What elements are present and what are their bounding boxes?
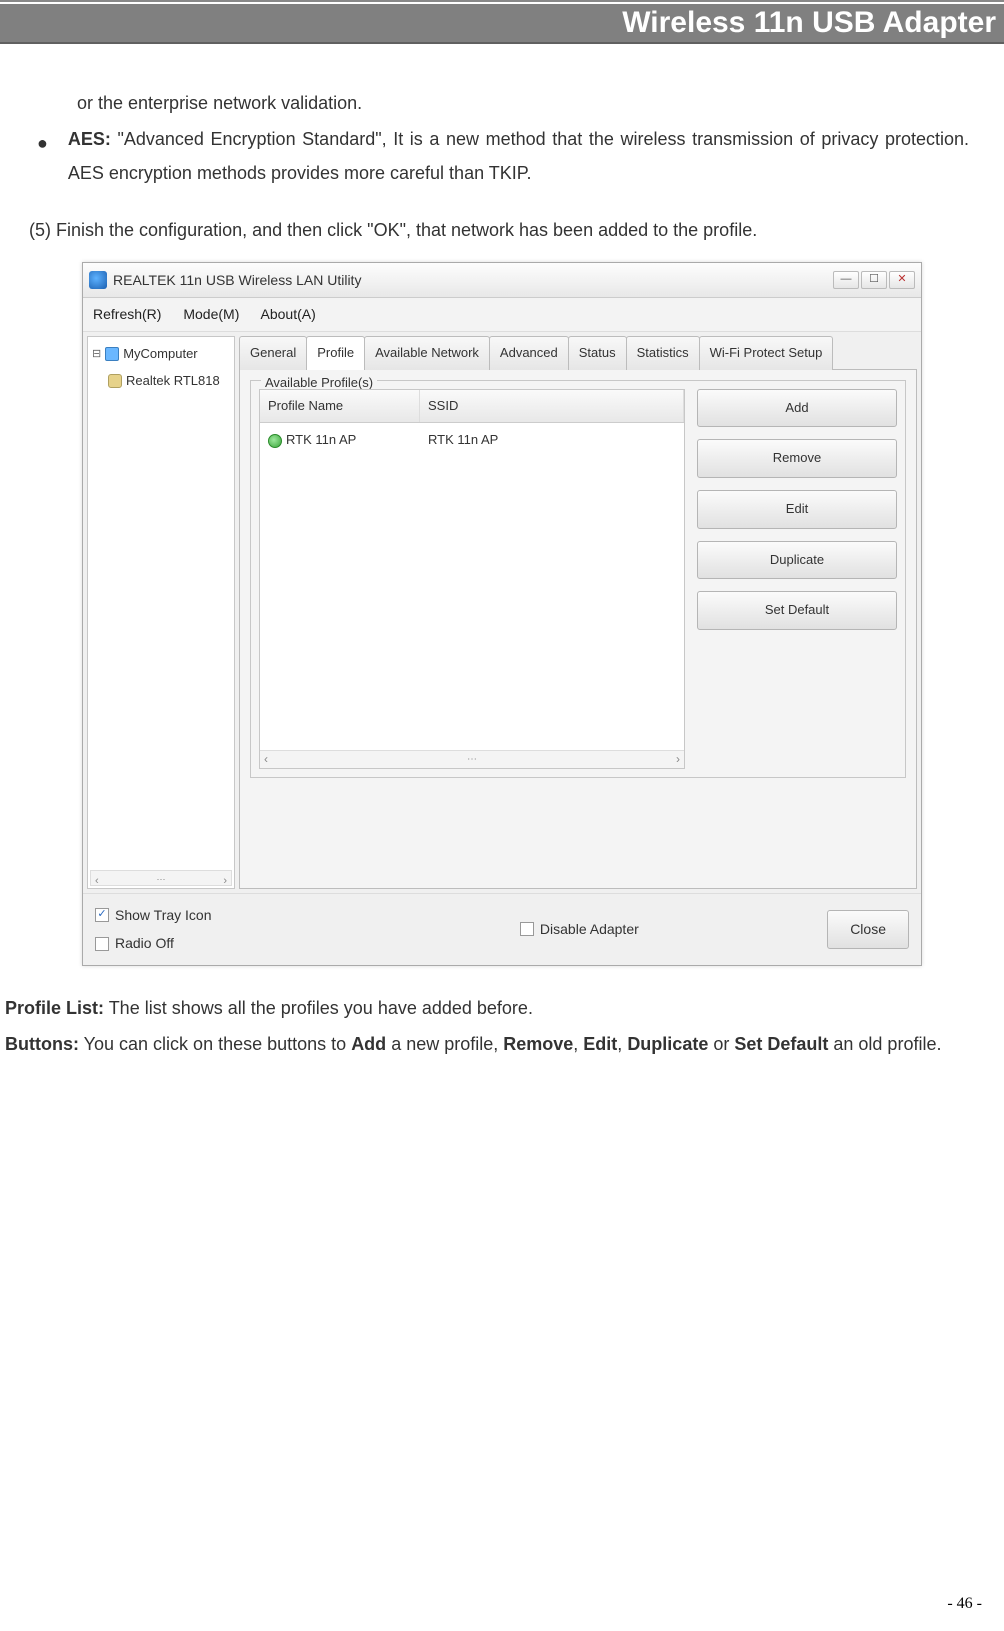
tab-advanced[interactable]: Advanced bbox=[489, 336, 569, 370]
tree-expand-icon[interactable]: ⊟ bbox=[92, 344, 101, 365]
radio-off-checkbox[interactable] bbox=[95, 937, 109, 951]
close-window-button[interactable]: ✕ bbox=[889, 271, 915, 289]
app-icon bbox=[89, 271, 107, 289]
bottom-bar: ✓ Show Tray Icon Radio Off Disable Adapt… bbox=[83, 893, 921, 965]
tab-wps[interactable]: Wi-Fi Protect Setup bbox=[699, 336, 834, 370]
aes-text: "Advanced Encryption Standard", It is a … bbox=[68, 129, 969, 183]
tab-general[interactable]: General bbox=[239, 336, 307, 370]
tabs-row: General Profile Available Network Advanc… bbox=[239, 336, 917, 370]
profile-list-description: Profile List: The list shows all the pro… bbox=[5, 991, 969, 1025]
disable-adapter-label: Disable Adapter bbox=[540, 916, 639, 943]
menubar: Refresh(R) Mode(M) About(A) bbox=[83, 298, 921, 332]
tree-root[interactable]: ⊟ MyComputer bbox=[92, 341, 230, 368]
radio-off-label: Radio Off bbox=[115, 930, 174, 957]
profile-name-value: RTK 11n AP bbox=[286, 428, 356, 453]
window-title: REALTEK 11n USB Wireless LAN Utility bbox=[113, 267, 361, 294]
minimize-button[interactable]: — bbox=[833, 271, 859, 289]
menu-refresh[interactable]: Refresh(R) bbox=[93, 306, 161, 322]
app-window: REALTEK 11n USB Wireless LAN Utility — ☐… bbox=[82, 262, 922, 966]
edit-button[interactable]: Edit bbox=[697, 490, 897, 529]
body-text-continuation: or the enterprise network validation. bbox=[35, 86, 969, 120]
buttons-add-bold: Add bbox=[351, 1034, 386, 1054]
tree-child-label: Realtek RTL818 bbox=[126, 369, 220, 394]
remove-button[interactable]: Remove bbox=[697, 439, 897, 478]
buttons-edit-bold: Edit bbox=[583, 1034, 617, 1054]
maximize-button[interactable]: ☐ bbox=[861, 271, 887, 289]
computer-icon bbox=[105, 347, 119, 361]
scroll-right-icon[interactable]: › bbox=[223, 871, 227, 885]
bullet-icon: ● bbox=[37, 126, 48, 160]
menu-mode[interactable]: Mode(M) bbox=[183, 306, 239, 322]
menu-about[interactable]: About(A) bbox=[261, 306, 316, 322]
profile-ssid-value: RTK 11n AP bbox=[420, 426, 684, 455]
scroll-left-icon[interactable]: ‹ bbox=[95, 871, 99, 885]
aes-label: AES: bbox=[68, 129, 111, 149]
page-number: - 46 - bbox=[947, 1595, 982, 1613]
buttons-description: Buttons: You can click on these buttons … bbox=[5, 1027, 969, 1061]
profile-list-text: The list shows all the profiles you have… bbox=[104, 998, 533, 1018]
page-header: Wireless 11n USB Adapter bbox=[0, 4, 1004, 44]
profile-list[interactable]: Profile Name SSID RTK 11n AP RTK 11n AP bbox=[259, 389, 685, 769]
buttons-duplicate-bold: Duplicate bbox=[627, 1034, 708, 1054]
buttons-text-3: , bbox=[573, 1034, 583, 1054]
titlebar: REALTEK 11n USB Wireless LAN Utility — ☐… bbox=[83, 263, 921, 299]
list-header: Profile Name SSID bbox=[260, 390, 684, 424]
tab-profile[interactable]: Profile bbox=[306, 336, 365, 370]
close-button[interactable]: Close bbox=[827, 910, 909, 949]
duplicate-button[interactable]: Duplicate bbox=[697, 541, 897, 580]
profile-icon bbox=[268, 434, 282, 448]
tab-status[interactable]: Status bbox=[568, 336, 627, 370]
show-tray-checkbox[interactable]: ✓ bbox=[95, 908, 109, 922]
scroll-right-icon[interactable]: › bbox=[676, 748, 680, 771]
available-profiles-group: Available Profile(s) Profile Name SSID bbox=[250, 380, 906, 778]
device-tree: ⊟ MyComputer Realtek RTL818 ‹ ⋯ › bbox=[87, 336, 235, 889]
buttons-remove-bold: Remove bbox=[503, 1034, 573, 1054]
tree-scrollbar[interactable]: ‹ ⋯ › bbox=[90, 870, 232, 886]
col-ssid[interactable]: SSID bbox=[420, 390, 684, 423]
buttons-label: Buttons: bbox=[5, 1034, 79, 1054]
buttons-setdefault-bold: Set Default bbox=[734, 1034, 828, 1054]
show-tray-label: Show Tray Icon bbox=[115, 902, 212, 929]
tree-root-label: MyComputer bbox=[123, 342, 197, 367]
tab-available-network[interactable]: Available Network bbox=[364, 336, 490, 370]
list-scrollbar[interactable]: ‹ ⋯ › bbox=[260, 750, 684, 768]
disable-adapter-checkbox[interactable] bbox=[520, 922, 534, 936]
col-profile-name[interactable]: Profile Name bbox=[260, 390, 420, 423]
profile-list-label: Profile List: bbox=[5, 998, 104, 1018]
buttons-text-6: an old profile. bbox=[828, 1034, 941, 1054]
adapter-icon bbox=[108, 374, 122, 388]
tab-statistics[interactable]: Statistics bbox=[626, 336, 700, 370]
buttons-text-1: You can click on these buttons to bbox=[79, 1034, 351, 1054]
buttons-text-5: or bbox=[708, 1034, 734, 1054]
header-title: Wireless 11n USB Adapter bbox=[622, 6, 996, 39]
buttons-text-2: a new profile, bbox=[386, 1034, 503, 1054]
list-item[interactable]: RTK 11n AP RTK 11n AP bbox=[260, 423, 684, 458]
scroll-left-icon[interactable]: ‹ bbox=[264, 748, 268, 771]
tree-child[interactable]: Realtek RTL818 bbox=[108, 368, 230, 395]
set-default-button[interactable]: Set Default bbox=[697, 591, 897, 630]
buttons-text-4: , bbox=[617, 1034, 627, 1054]
step5-text: (5) Finish the configuration, and then c… bbox=[29, 213, 969, 247]
bullet-aes: ● AES: "Advanced Encryption Standard", I… bbox=[37, 122, 969, 190]
add-button[interactable]: Add bbox=[697, 389, 897, 428]
